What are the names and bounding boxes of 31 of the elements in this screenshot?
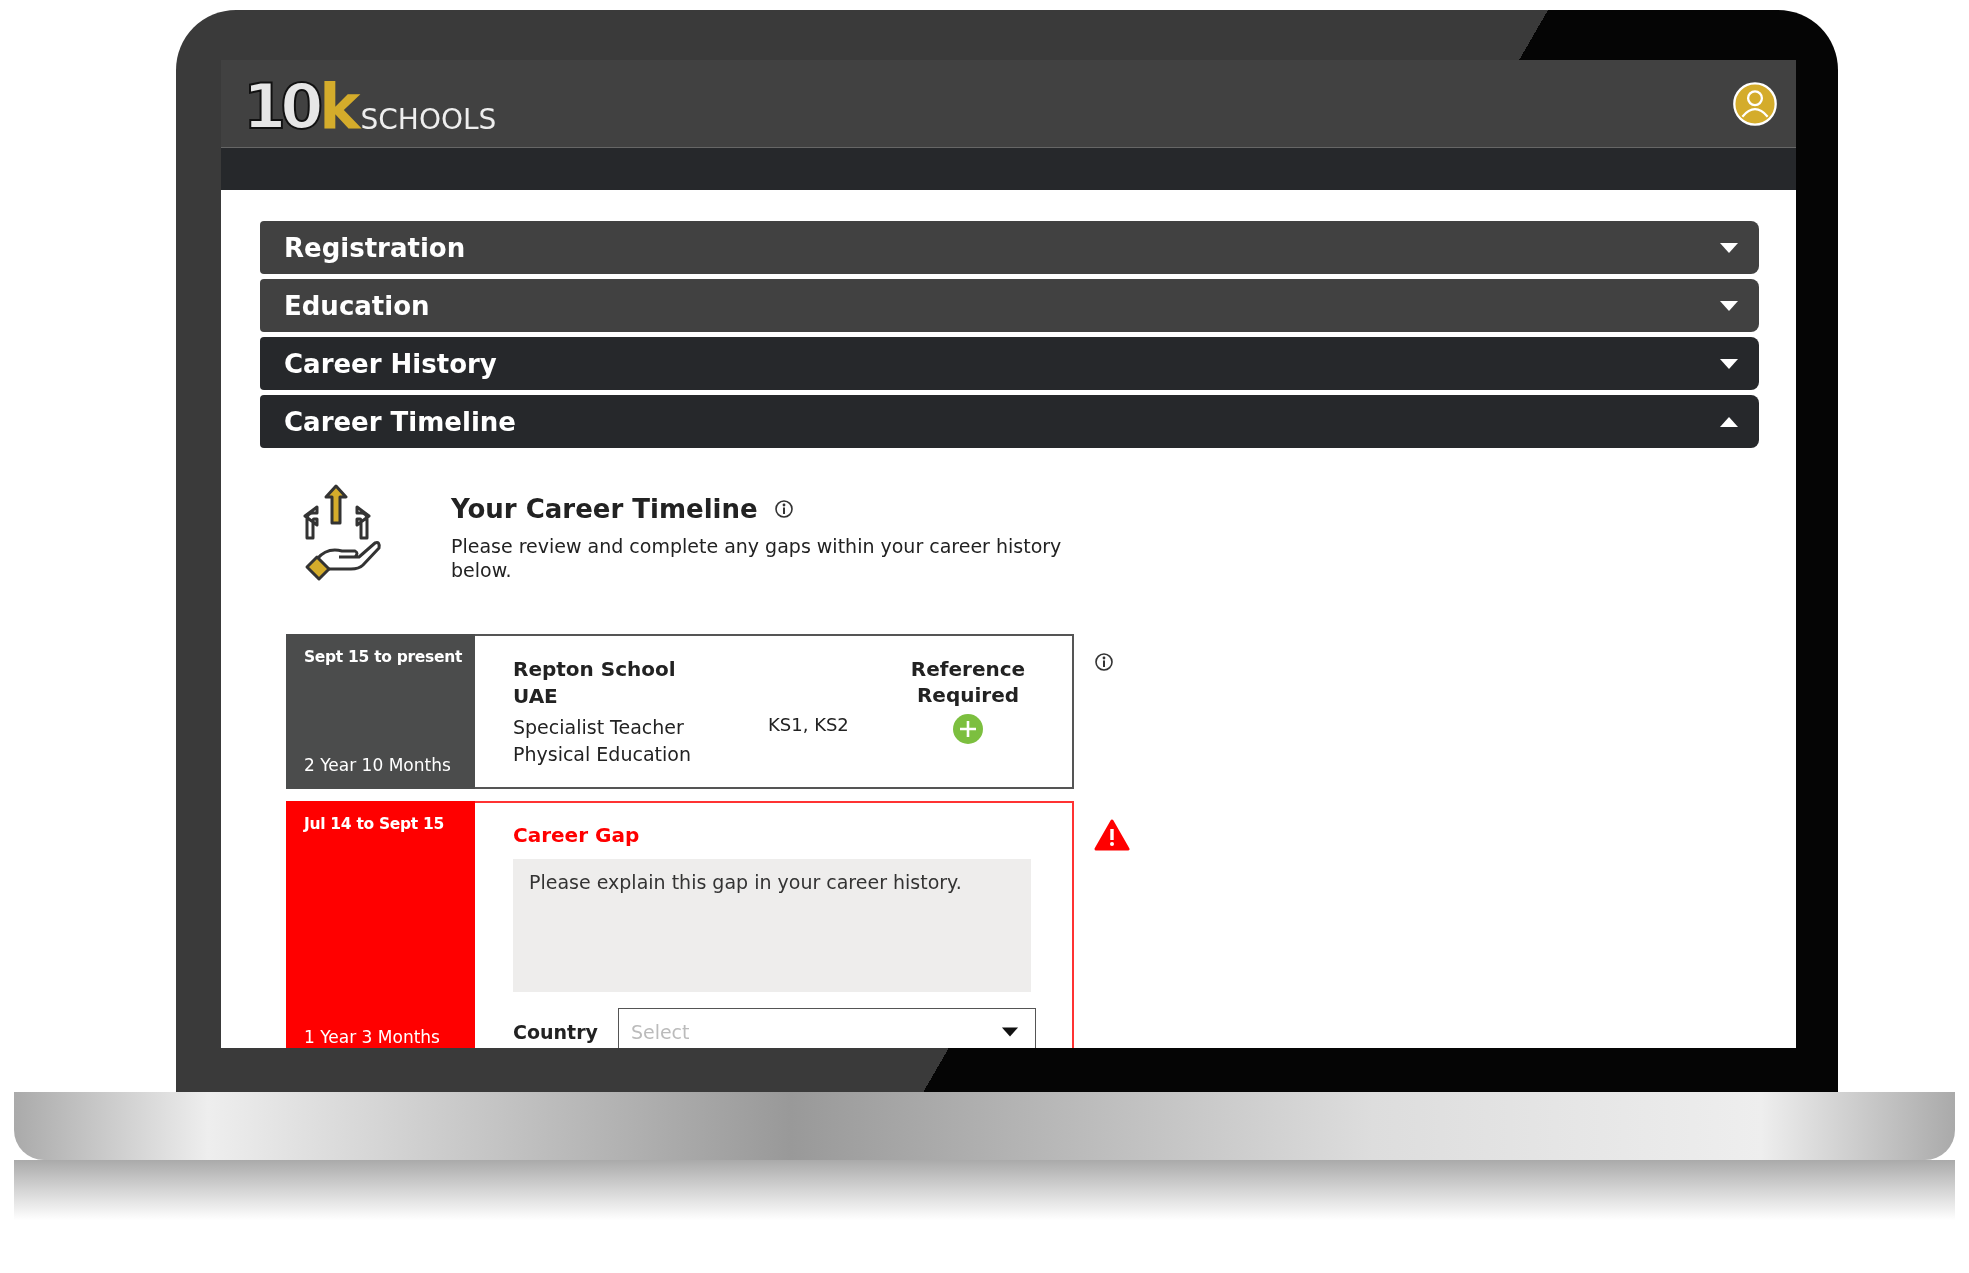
caret-icon: [1719, 415, 1739, 428]
reference-label: Reference Required: [909, 656, 1027, 708]
key-stages: KS1, KS2: [768, 714, 850, 737]
subject: Physical Education: [513, 742, 692, 767]
location: UAE: [513, 683, 559, 710]
explanation-field[interactable]: Please explain this gap in your career history.: [513, 859, 1031, 992]
duration: 1 Year 3 Months: [304, 1027, 441, 1047]
date-range: Jul 14 to Sept 15: [304, 815, 445, 833]
duration: 2 Year 10 Months: [304, 755, 452, 775]
accordion-header[interactable]: Career Timeline: [260, 395, 1759, 448]
logo-numerals: 10: [243, 75, 318, 138]
job-role: Specialist Teacher: [513, 715, 685, 740]
info-icon[interactable]: [773, 499, 794, 519]
school-name: Repton School: [513, 656, 677, 683]
user-avatar-icon[interactable]: [1732, 80, 1778, 127]
warning-icon: [1094, 819, 1130, 851]
logo-word: SCHOOLS: [360, 105, 497, 138]
caret-icon: [1719, 299, 1739, 312]
caret-icon: [1719, 357, 1739, 370]
caret-icon: [1000, 1026, 1019, 1038]
accordion-header[interactable]: Career History: [260, 337, 1759, 390]
caret-icon: [1719, 241, 1739, 254]
instructions-text: Please review and complete any gaps within your career history below.: [451, 534, 1063, 582]
accordion-header[interactable]: Registration: [260, 221, 1759, 274]
date-range: Sept 15 to present: [304, 648, 464, 666]
section-title: Your Career Timeline: [451, 494, 758, 524]
info-icon[interactable]: [1094, 652, 1114, 672]
gap-title: Career Gap: [513, 823, 641, 847]
logo-letter: k: [319, 75, 357, 138]
accordion-header[interactable]: Education: [260, 279, 1759, 332]
field-label: Country: [513, 1021, 598, 1043]
